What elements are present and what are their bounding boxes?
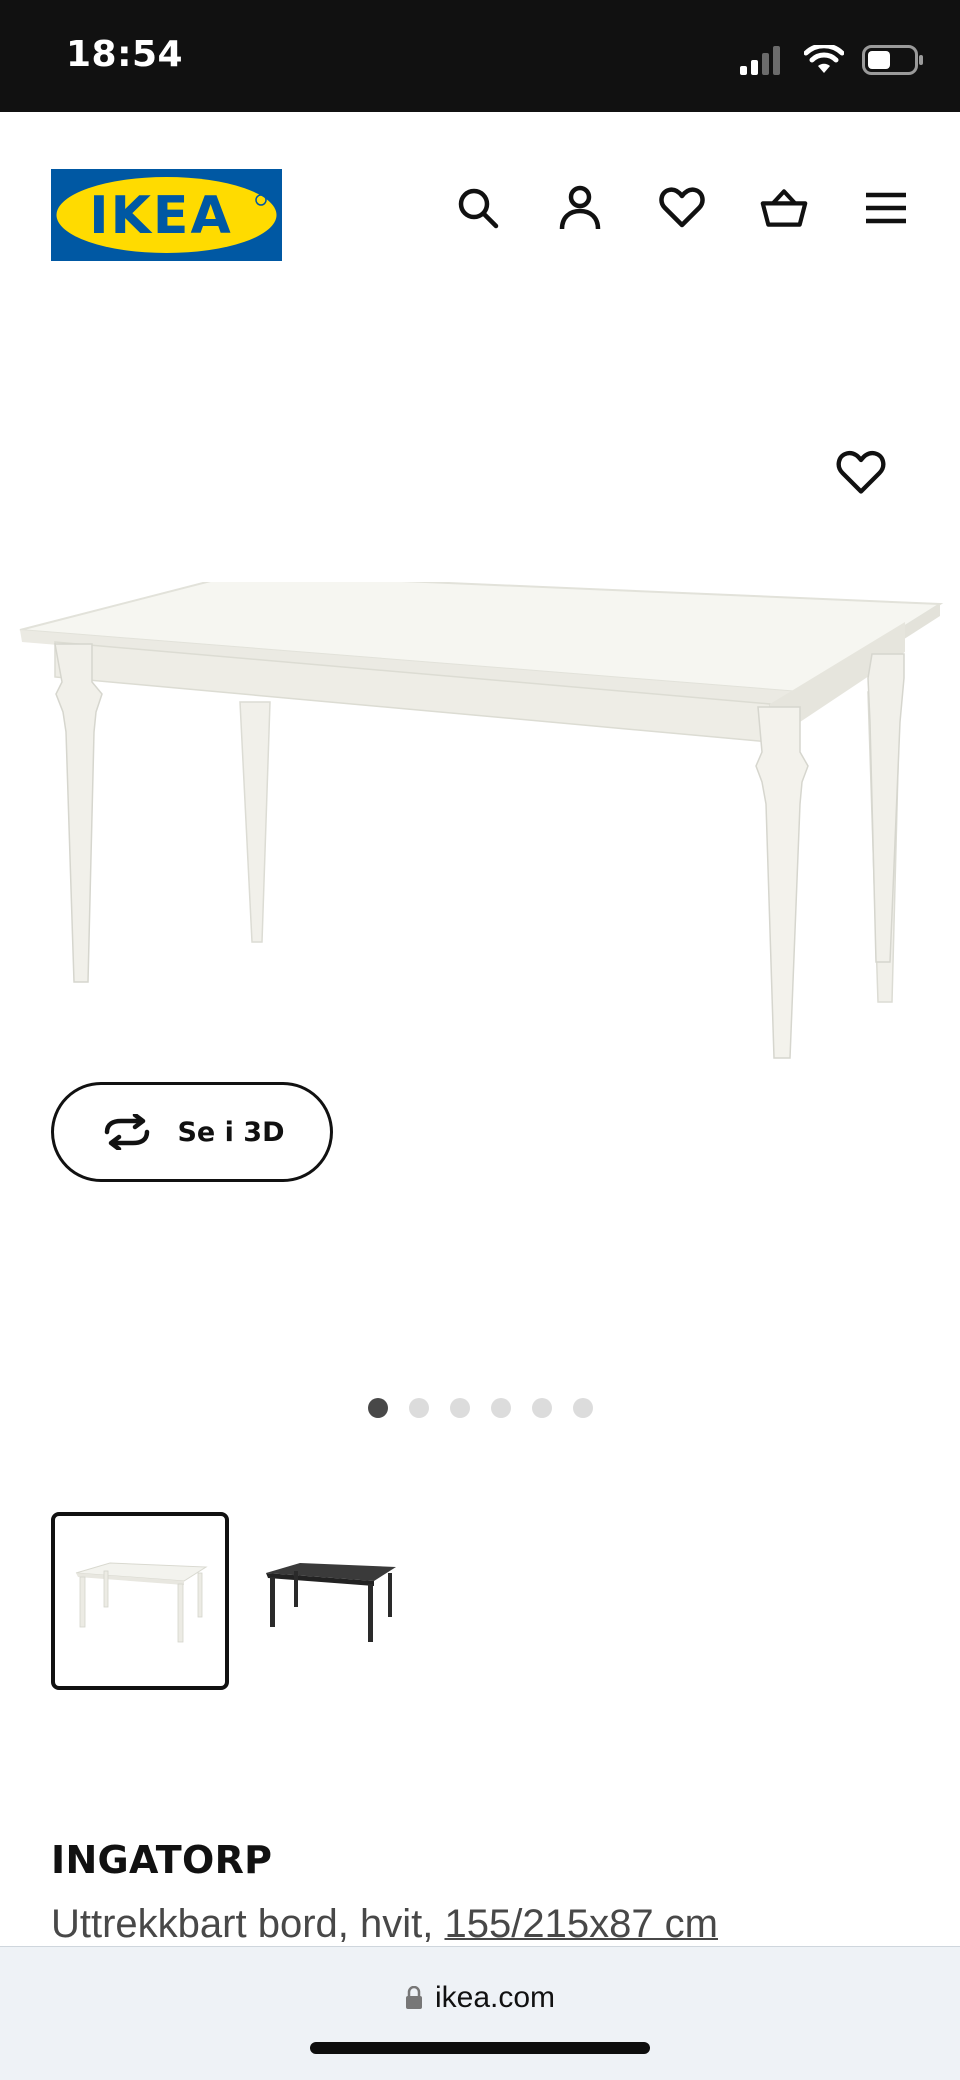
product-description: Uttrekkbart bord, hvit, 155/215x87 cm [51, 1902, 718, 1947]
battery-icon [862, 45, 923, 75]
carousel-dot[interactable] [491, 1398, 511, 1418]
view-3d-button[interactable]: Se i 3D [51, 1082, 333, 1182]
account-button[interactable] [556, 184, 604, 232]
product-image-table [19, 582, 944, 1059]
url-row[interactable]: ikea.com [0, 1981, 960, 2015]
carousel-dot[interactable] [573, 1398, 593, 1418]
carousel-dot[interactable] [409, 1398, 429, 1418]
header-icons [400, 184, 910, 232]
favorites-button[interactable] [658, 184, 706, 232]
search-button[interactable] [454, 184, 502, 232]
thumbnail-image-black [266, 1563, 396, 1642]
carousel-dot[interactable] [532, 1398, 552, 1418]
variant-thumbnails [51, 1512, 431, 1690]
thumbnail-white-table[interactable] [51, 1512, 229, 1690]
cart-button[interactable] [760, 184, 808, 232]
product-dimensions-link[interactable]: 155/215x87 cm [444, 1902, 718, 1946]
site-header: IKEA [0, 112, 960, 312]
status-icons [740, 40, 924, 80]
carousel-dots [368, 1398, 614, 1418]
ikea-logo[interactable]: IKEA [51, 169, 282, 261]
product-description-text: Uttrekkbart bord, hvit, [51, 1902, 445, 1946]
home-indicator[interactable] [310, 2042, 650, 2054]
carousel-dot[interactable] [368, 1398, 388, 1418]
product-name: INGATORP [51, 1838, 273, 1882]
thumbnail-black-table[interactable] [241, 1512, 419, 1690]
svg-text:IKEA: IKEA [89, 186, 232, 246]
heart-icon [836, 450, 886, 494]
add-to-favorites-button[interactable] [836, 450, 890, 504]
lock-icon [405, 1986, 422, 2009]
account-icon [559, 185, 601, 230]
search-icon [458, 188, 499, 229]
thumbnail-image-white [75, 1562, 208, 1643]
carousel-dot[interactable] [450, 1398, 470, 1418]
wifi-icon [804, 45, 844, 73]
product-gallery[interactable]: Se i 3D [0, 312, 960, 1442]
status-bar: 18:54 [0, 0, 960, 112]
url-text: ikea.com [434, 1981, 556, 2014]
favorites-icon [659, 187, 705, 228]
cart-icon [760, 189, 808, 227]
menu-icon [866, 192, 906, 224]
view-3d-label: Se i 3D [177, 1116, 285, 1148]
browser-address-bar[interactable]: ikea.com [0, 1946, 960, 2080]
rotate-3d-icon [105, 1114, 150, 1150]
status-time: 18:54 [66, 34, 184, 75]
signal-icon [740, 46, 780, 75]
menu-button[interactable] [862, 184, 910, 232]
